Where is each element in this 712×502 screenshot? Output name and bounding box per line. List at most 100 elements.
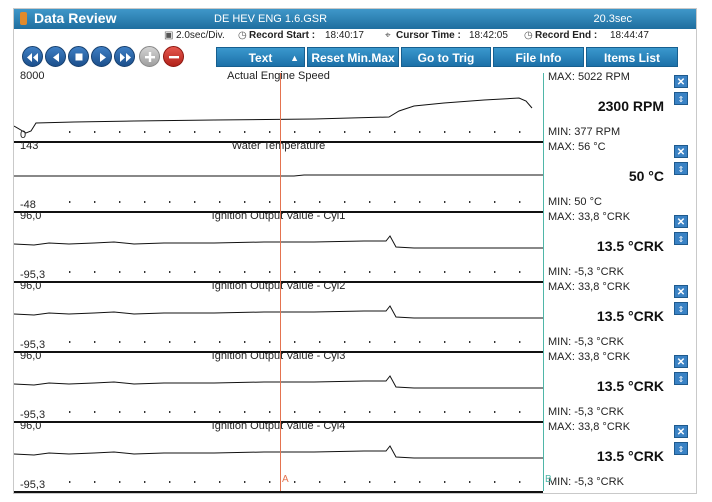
- cursor-time-value: 18:42:05: [469, 30, 508, 41]
- time-div-icon: ▣: [164, 30, 174, 41]
- close-panel-button[interactable]: ✕: [674, 75, 688, 88]
- file-name: DE HEV ENG 1.6.GSR: [214, 13, 328, 25]
- updown-icon: ⇕: [677, 305, 685, 314]
- panel-divider: [14, 491, 543, 493]
- parameter-plot[interactable]: 143 Water Temperature -48: [14, 140, 543, 213]
- parameter-plot[interactable]: 8000 Actual Engine Speed 0: [14, 70, 543, 143]
- current-value: 13.5 °CRK: [596, 448, 664, 464]
- trace-chart: [14, 305, 543, 343]
- parameter-plot[interactable]: 96,0 Ignition Output Value - Cyl3 -95,3: [14, 350, 543, 423]
- toolbar: Text ▲︎ Reset Min.Max Go to Trig File In…: [14, 43, 696, 73]
- cursor-b-label: B: [545, 474, 552, 485]
- current-value: 2300 RPM: [597, 98, 664, 114]
- text-select-label: Text: [248, 51, 273, 65]
- close-panel-button[interactable]: ✕: [674, 215, 688, 228]
- cursor-time-label: Cursor Time :: [396, 30, 461, 41]
- fast-forward-icon: [120, 53, 131, 62]
- min-value: MIN: 377 RPM: [548, 126, 621, 138]
- scale-button[interactable]: ⇕: [674, 162, 688, 175]
- clock-icon: ◷: [238, 30, 247, 41]
- reset-minmax-button[interactable]: Reset Min.Max: [307, 47, 399, 67]
- rewind-icon: [27, 53, 38, 62]
- close-panel-button[interactable]: ✕: [674, 355, 688, 368]
- text-select[interactable]: Text ▲︎: [216, 47, 305, 67]
- updown-icon: ⇕: [677, 445, 685, 454]
- cursor-a-label: A: [282, 474, 289, 485]
- parameter-stats: MAX: 33,8 °CRK 13.5 °CRK MIN: -5,3 °CRK …: [546, 281, 696, 353]
- close-icon: ✕: [676, 217, 686, 228]
- cursor-a-line[interactable]: [280, 73, 281, 491]
- title-bar: Data Review DE HEV ENG 1.6.GSR 20.3sec: [14, 9, 696, 29]
- stop-icon: [75, 53, 83, 61]
- minus-icon: [169, 56, 179, 59]
- close-icon: ✕: [676, 357, 686, 368]
- fast-forward-button[interactable]: [114, 46, 135, 67]
- plus-icon: [145, 52, 155, 62]
- tick-marks: [69, 201, 521, 203]
- tick-marks: [69, 341, 521, 343]
- parameter-panel: 143 Water Temperature -48 MAX: 56 °C 50 …: [14, 140, 696, 213]
- parameter-panel: 96,0 Ignition Output Value - Cyl2 -95,3 …: [14, 280, 696, 353]
- zoom-in-button[interactable]: [139, 46, 160, 67]
- trace-line: [14, 235, 543, 249]
- record-end-value: 18:44:47: [610, 30, 649, 41]
- tick-marks: [69, 481, 521, 483]
- updown-icon: ⇕: [677, 235, 685, 244]
- record-end-label: Record End :: [535, 30, 598, 41]
- min-value: MIN: 50 °C: [548, 196, 602, 208]
- tick-marks: [69, 411, 521, 413]
- close-panel-button[interactable]: ✕: [674, 285, 688, 298]
- scale-button[interactable]: ⇕: [674, 372, 688, 385]
- close-panel-button[interactable]: ✕: [674, 145, 688, 158]
- stop-button[interactable]: [68, 46, 89, 67]
- scale-button[interactable]: ⇕: [674, 92, 688, 105]
- parameter-plot[interactable]: 96,0 Ignition Output Value - Cyl1 -95,3: [14, 210, 543, 283]
- trace-chart: [14, 97, 533, 134]
- scale-button[interactable]: ⇕: [674, 232, 688, 245]
- rewind-button[interactable]: [22, 46, 43, 67]
- current-value: 50 °C: [628, 168, 664, 184]
- parameter-stats: MAX: 56 °C 50 °C MIN: 50 °C ✕ ⇕: [546, 141, 696, 213]
- parameter-stats: MAX: 5022 RPM 2300 RPM MIN: 377 RPM ✕ ⇕: [546, 71, 696, 143]
- max-value: MAX: 56 °C: [548, 141, 606, 153]
- updown-icon: ⇕: [677, 165, 685, 174]
- max-value: MAX: 33,8 °CRK: [548, 421, 631, 433]
- parameter-stats: MAX: 33,8 °CRK 13.5 °CRK MIN: -5,3 °CRK …: [546, 351, 696, 423]
- min-value: MIN: -5,3 °CRK: [548, 406, 624, 418]
- clock-icon: ◷: [524, 30, 533, 41]
- step-back-button[interactable]: [45, 46, 66, 67]
- cursor-b-line[interactable]: [543, 73, 544, 491]
- trace-chart: [14, 445, 543, 483]
- play-button[interactable]: [91, 46, 112, 67]
- zoom-out-button[interactable]: [163, 46, 184, 67]
- scale-button[interactable]: ⇕: [674, 302, 688, 315]
- min-value: MIN: -5,3 °CRK: [548, 336, 624, 348]
- max-value: MAX: 5022 RPM: [548, 71, 630, 83]
- updown-arrow-icon: ▲︎: [290, 53, 299, 63]
- scale-button[interactable]: ⇕: [674, 442, 688, 455]
- updown-icon: ⇕: [677, 375, 685, 384]
- step-back-icon: [53, 53, 59, 62]
- data-review-window: Data Review DE HEV ENG 1.6.GSR 20.3sec ▣…: [13, 8, 697, 494]
- min-value: MIN: -5,3 °CRK: [548, 266, 624, 278]
- trace-chart: [14, 235, 543, 273]
- trace-line: [14, 174, 543, 177]
- trace-chart: [14, 174, 543, 203]
- parameter-panel: 96,0 Ignition Output Value - Cyl4 -95,3 …: [14, 420, 696, 493]
- parameter-plot[interactable]: 96,0 Ignition Output Value - Cyl4 -95,3: [14, 420, 543, 493]
- items-list-button[interactable]: Items List: [586, 47, 678, 67]
- updown-icon: ⇕: [677, 95, 685, 104]
- max-value: MAX: 33,8 °CRK: [548, 351, 631, 363]
- max-value: MAX: 33,8 °CRK: [548, 281, 631, 293]
- close-panel-button[interactable]: ✕: [674, 425, 688, 438]
- trace-line: [14, 305, 543, 319]
- parameter-plot[interactable]: 96,0 Ignition Output Value - Cyl2 -95,3: [14, 280, 543, 353]
- graph-area[interactable]: 8000 Actual Engine Speed 0 MAX: 5022 RPM…: [14, 70, 688, 493]
- file-info-button[interactable]: File Info: [493, 47, 584, 67]
- tick-marks: [69, 131, 521, 133]
- record-start-label: Record Start :: [249, 30, 316, 41]
- parameter-panel: 8000 Actual Engine Speed 0 MAX: 5022 RPM…: [14, 70, 696, 143]
- current-value: 13.5 °CRK: [596, 308, 664, 324]
- go-to-trig-button[interactable]: Go to Trig: [401, 47, 491, 67]
- close-icon: ✕: [676, 77, 686, 88]
